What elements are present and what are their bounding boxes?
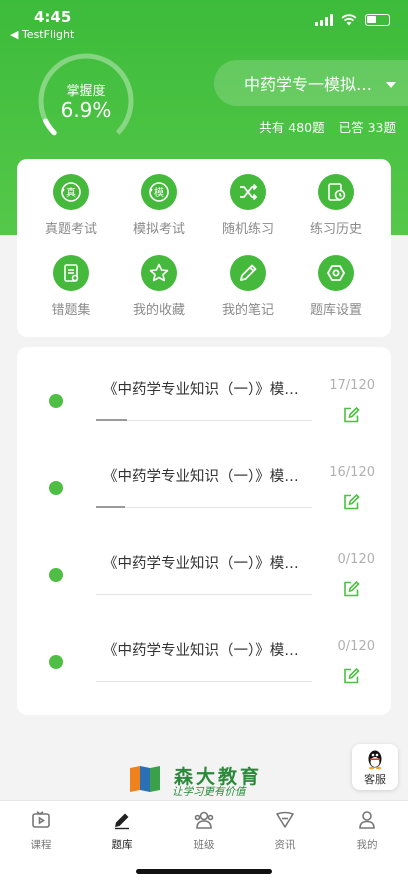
profile-icon xyxy=(359,811,375,829)
menu-item-wrong-set[interactable]: 错题集 xyxy=(26,255,116,318)
function-menu-card: 真 真题考试 模 模拟考试 随机练习 练习历史 错题集 我的收藏 我的笔记 题库… xyxy=(17,159,391,337)
progress-fill xyxy=(96,506,125,508)
question-bank-selector[interactable]: 中药学专一模拟… xyxy=(214,60,408,106)
status-dot xyxy=(49,394,63,408)
caret-down-icon xyxy=(386,82,396,88)
menu-label: 错题集 xyxy=(51,303,91,318)
history-icon xyxy=(318,174,354,210)
paper-count: 17/120 xyxy=(329,378,375,393)
paper-title: 《中药学专业知识（一）》模… xyxy=(103,643,299,659)
menu-item-real-exam[interactable]: 真 真题考试 xyxy=(26,174,116,237)
svg-text:真: 真 xyxy=(66,186,76,199)
pencil-icon xyxy=(230,255,266,291)
progress-fill xyxy=(96,419,127,421)
mastery-label: 掌握度 xyxy=(66,84,106,99)
shuffle-icon xyxy=(230,174,266,210)
tab-question-bank[interactable]: 题库 xyxy=(92,810,152,852)
tab-label: 题库 xyxy=(111,839,133,851)
tab-profile[interactable]: 我的 xyxy=(337,810,397,852)
progress-track xyxy=(96,681,312,682)
menu-item-random-practice[interactable]: 随机练习 xyxy=(203,174,293,237)
qq-penguin-icon xyxy=(368,750,382,770)
news-icon xyxy=(276,811,294,828)
paper-title: 《中药学专业知识（一）》模… xyxy=(103,469,299,485)
tab-class[interactable]: 班级 xyxy=(174,810,234,852)
customer-service-label: 客服 xyxy=(364,773,386,786)
paper-row[interactable]: 《中药学专业知识（一）》模… 0/120 xyxy=(17,608,391,695)
total-count: 共有 480题 xyxy=(259,120,325,135)
edit-icon[interactable] xyxy=(342,667,360,685)
paper-count: 16/120 xyxy=(329,465,375,480)
paper-title: 《中药学专业知识（一）》模… xyxy=(103,556,299,572)
menu-label: 随机练习 xyxy=(221,222,274,237)
tab-news[interactable]: 资讯 xyxy=(255,810,315,852)
settings-icon xyxy=(318,255,354,291)
edit-icon[interactable] xyxy=(342,580,360,598)
menu-item-favorites[interactable]: 我的收藏 xyxy=(114,255,204,318)
menu-item-bank-settings[interactable]: 题库设置 xyxy=(291,255,381,318)
paper-list-card: 《中药学专业知识（一）》模… 17/120 《中药学专业知识（一）》模… 16/… xyxy=(17,347,391,715)
bank-name: 中药学专一模拟… xyxy=(244,75,373,94)
tab-label: 班级 xyxy=(193,839,215,851)
paper-count: 0/120 xyxy=(337,639,375,654)
progress-track xyxy=(96,419,312,421)
mastery-value: 6.9% xyxy=(60,98,112,122)
paper-row[interactable]: 《中药学专业知识（一）》模… 16/120 xyxy=(17,434,391,521)
cellular-signal-icon xyxy=(315,14,333,26)
menu-label: 真题考试 xyxy=(44,222,97,237)
svg-text:模: 模 xyxy=(154,187,164,199)
tab-label: 课程 xyxy=(30,839,52,851)
edit-icon[interactable] xyxy=(342,406,360,424)
edit-icon[interactable] xyxy=(342,493,360,511)
tab-label: 资讯 xyxy=(274,839,296,851)
menu-label: 模拟考试 xyxy=(132,222,185,237)
progress-track xyxy=(96,506,312,508)
paper-row[interactable]: 《中药学专业知识（一）》模… 17/120 xyxy=(17,347,391,434)
status-dot xyxy=(49,655,63,669)
menu-label: 我的笔记 xyxy=(221,303,274,318)
menu-label: 练习历史 xyxy=(309,222,362,237)
menu-item-notes[interactable]: 我的笔记 xyxy=(203,255,293,318)
star-icon xyxy=(141,255,177,291)
progress-track xyxy=(96,594,312,595)
course-play-icon xyxy=(32,811,50,828)
status-dot xyxy=(49,481,63,495)
menu-label: 我的收藏 xyxy=(132,303,185,318)
wifi-icon xyxy=(341,14,357,26)
paper-row[interactable]: 《中药学专业知识（一）》模… 0/120 xyxy=(17,521,391,608)
home-indicator xyxy=(136,869,272,874)
paper-title: 《中药学专业知识（一）》模… xyxy=(103,382,299,398)
zhen-exam-icon: 真 xyxy=(53,174,89,210)
mock-exam-icon: 模 xyxy=(141,174,177,210)
tab-label: 我的 xyxy=(356,839,378,851)
menu-item-practice-history[interactable]: 练习历史 xyxy=(291,174,381,237)
battery-icon xyxy=(365,14,390,26)
status-bar: 4:45 ◀ TestFlight xyxy=(0,0,408,44)
menu-item-mock-exam[interactable]: 模 模拟考试 xyxy=(114,174,204,237)
wrong-set-icon xyxy=(53,255,89,291)
answered-count: 已答 33题 xyxy=(338,120,396,135)
paper-count: 0/120 xyxy=(337,552,375,567)
tab-course[interactable]: 课程 xyxy=(11,810,71,852)
brand-slogan: 让学习更有价值 xyxy=(172,786,246,798)
customer-service-button[interactable]: 客服 xyxy=(352,744,398,790)
question-counts: 共有 480题 已答 33题 xyxy=(259,117,396,136)
status-time: 4:45 xyxy=(34,8,72,26)
question-bank-pen-icon xyxy=(115,813,129,830)
brand-mark-icon xyxy=(130,766,160,792)
class-people-icon xyxy=(194,811,214,829)
back-to-app-link[interactable]: ◀ TestFlight xyxy=(10,28,74,41)
menu-label: 题库设置 xyxy=(309,303,362,318)
brand-logo: 森大教育 让学习更有价值 xyxy=(128,762,278,798)
system-icons xyxy=(315,14,390,26)
status-dot xyxy=(49,568,63,582)
